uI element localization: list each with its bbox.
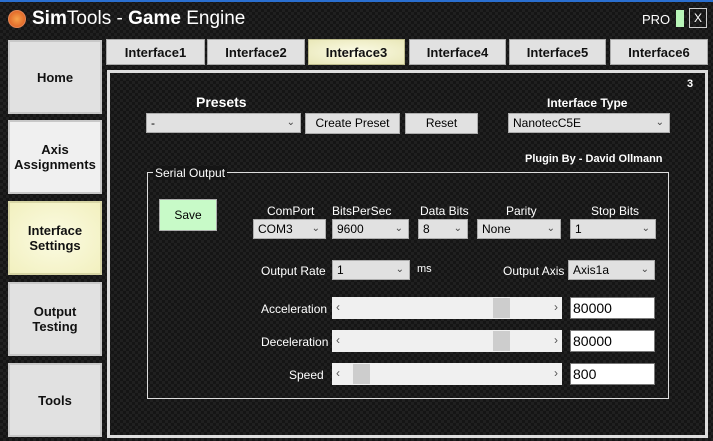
chevron-down-icon: ⌄ [394, 223, 403, 234]
speed-input[interactable]: 800 [570, 363, 655, 385]
slider-thumb[interactable] [492, 298, 510, 318]
sidebar-item-axis-assignments[interactable]: Axis Assignments [8, 120, 102, 194]
tab-interface2[interactable]: Interface2 [207, 39, 305, 65]
scroll-left-icon[interactable]: ‹ [336, 300, 340, 314]
speed-label: Speed [289, 368, 324, 382]
acceleration-input[interactable]: 80000 [570, 297, 655, 319]
output-axis-dropdown[interactable]: Axis1a ⌄ [568, 260, 655, 280]
tab-interface5[interactable]: Interface5 [509, 39, 606, 65]
bitspersec-label: BitsPerSec [332, 204, 392, 218]
reset-button[interactable]: Reset [405, 113, 478, 134]
slider-thumb[interactable] [353, 364, 371, 384]
chevron-down-icon: ⌄ [640, 264, 649, 275]
acceleration-label: Acceleration [261, 302, 328, 316]
slider-thumb[interactable] [492, 331, 510, 351]
scroll-left-icon[interactable]: ‹ [336, 333, 340, 347]
output-rate-label: Output Rate [261, 264, 326, 278]
deceleration-label: Deceleration [261, 335, 329, 349]
scroll-right-icon[interactable]: › [554, 300, 558, 314]
serial-output-title: Serial Output [153, 166, 228, 180]
output-rate-unit: ms [417, 263, 432, 275]
chevron-down-icon: ⌄ [641, 223, 650, 234]
output-rate-dropdown[interactable]: 1 ⌄ [332, 260, 410, 280]
app-logo-icon [8, 10, 26, 28]
comport-dropdown[interactable]: COM3 ⌄ [253, 219, 326, 239]
presets-dropdown[interactable]: - ⌄ [146, 113, 301, 133]
close-button[interactable]: X [689, 8, 707, 28]
pro-indicator [676, 10, 684, 27]
tab-interface1[interactable]: Interface1 [106, 39, 205, 65]
save-button[interactable]: Save [159, 199, 217, 231]
scroll-right-icon[interactable]: › [554, 366, 558, 380]
output-axis-label: Output Axis [503, 264, 565, 278]
sidebar-item-tools[interactable]: Tools [8, 363, 102, 437]
deceleration-slider[interactable]: ‹ › [332, 330, 562, 352]
interface-type-label: Interface Type [547, 96, 628, 110]
chevron-down-icon: ⌄ [453, 223, 462, 234]
databits-label: Data Bits [420, 204, 469, 218]
stopbits-label: Stop Bits [591, 204, 640, 218]
create-preset-button[interactable]: Create Preset [305, 113, 400, 134]
chevron-down-icon: ⌄ [286, 117, 295, 128]
pro-label: PRO [642, 12, 671, 27]
comport-label: ComPort [267, 204, 315, 218]
scroll-right-icon[interactable]: › [554, 333, 558, 347]
plugin-author: Plugin By - David Ollmann [525, 153, 663, 165]
sidebar-item-home[interactable]: Home [8, 40, 102, 114]
speed-slider[interactable]: ‹ › [332, 363, 562, 385]
tab-interface3[interactable]: Interface3 [308, 39, 405, 65]
databits-dropdown[interactable]: 8 ⌄ [418, 219, 468, 239]
parity-label: Parity [506, 204, 537, 218]
tab-interface4[interactable]: Interface4 [409, 39, 506, 65]
stopbits-dropdown[interactable]: 1 ⌄ [570, 219, 656, 239]
presets-label: Presets [196, 94, 247, 110]
deceleration-input[interactable]: 80000 [570, 330, 655, 352]
acceleration-slider[interactable]: ‹ › [332, 297, 562, 319]
tab-interface6[interactable]: Interface6 [610, 39, 708, 65]
interface-type-dropdown[interactable]: NanotecC5E ⌄ [508, 113, 670, 133]
scroll-left-icon[interactable]: ‹ [336, 366, 340, 380]
sidebar-item-output-testing[interactable]: Output Testing [8, 282, 102, 356]
chevron-down-icon: ⌄ [546, 223, 555, 234]
interface-number: 3 [687, 78, 694, 90]
chevron-down-icon: ⌄ [395, 264, 404, 275]
bitspersec-dropdown[interactable]: 9600 ⌄ [332, 219, 409, 239]
app-title: SimTools - Game Engine [32, 8, 246, 29]
parity-dropdown[interactable]: None ⌄ [477, 219, 561, 239]
chevron-down-icon: ⌄ [311, 223, 320, 234]
chevron-down-icon: ⌄ [655, 117, 664, 128]
sidebar-item-interface-settings[interactable]: Interface Settings [8, 201, 102, 275]
